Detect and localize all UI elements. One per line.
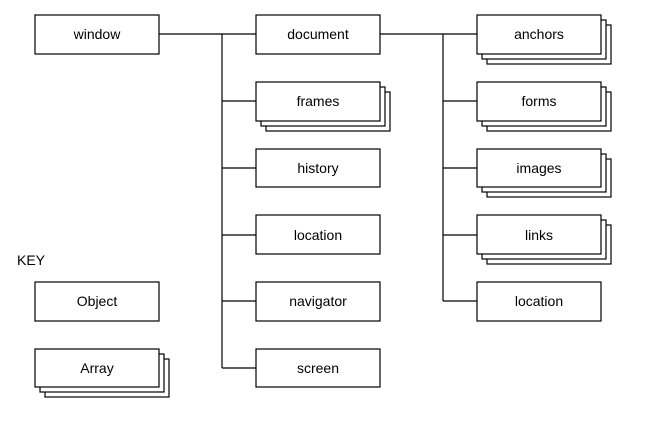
document-location-label: location: [515, 293, 563, 309]
anchors-label: anchors: [514, 26, 564, 42]
screen-node: screen: [255, 348, 381, 388]
document-node: document: [255, 14, 381, 55]
key-array-swatch: Array: [34, 348, 170, 398]
window-node: window: [34, 14, 160, 55]
history-node: history: [255, 148, 381, 188]
location-node: location: [255, 214, 381, 255]
images-node: images: [476, 148, 612, 198]
window-label: window: [73, 26, 122, 42]
screen-label: screen: [297, 360, 339, 376]
key-legend: KEY Object Array: [17, 252, 170, 398]
dom-hierarchy-diagram: window document frames history location …: [17, 14, 612, 398]
window-connectors: [159, 33, 256, 369]
links-label: links: [525, 227, 553, 243]
key-array-label: Array: [80, 360, 113, 376]
forms-node: forms: [476, 81, 612, 132]
location-label: location: [294, 227, 342, 243]
navigator-node: navigator: [255, 281, 381, 322]
key-object-swatch: Object: [34, 281, 160, 322]
history-label: history: [297, 160, 338, 176]
document-connectors: [380, 33, 477, 302]
frames-node: frames: [255, 81, 391, 132]
document-location-node: location: [476, 281, 602, 322]
images-label: images: [516, 160, 561, 176]
links-node: links: [476, 214, 612, 265]
anchors-node: anchors: [476, 14, 612, 65]
forms-label: forms: [522, 93, 557, 109]
key-title: KEY: [17, 252, 46, 268]
key-object-label: Object: [77, 293, 118, 309]
navigator-label: navigator: [289, 293, 347, 309]
document-label: document: [287, 26, 349, 42]
frames-label: frames: [297, 93, 340, 109]
